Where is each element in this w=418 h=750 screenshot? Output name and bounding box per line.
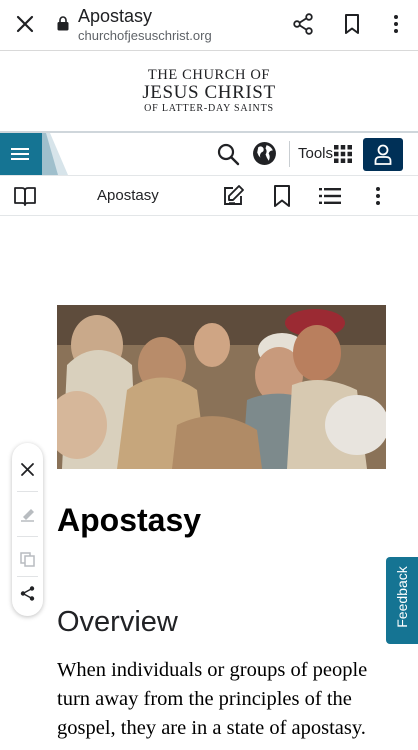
tools-label[interactable]: Tools	[298, 145, 333, 162]
close-icon	[21, 463, 34, 476]
article-paragraph: When individuals or groups of people tur…	[57, 659, 368, 739]
church-logo[interactable]: THE CHURCH OF JESUS CHRIST OF LATTER-DAY…	[0, 52, 418, 130]
site-navbar: Tools	[0, 131, 418, 176]
close-icon[interactable]	[13, 12, 37, 36]
reader-toolbar: Apostasy	[0, 176, 418, 216]
more-vert-icon[interactable]	[384, 12, 408, 36]
lock-icon	[57, 16, 69, 31]
bookmark-outline-icon[interactable]	[271, 184, 293, 208]
nav-decor-wedge	[42, 133, 68, 175]
apps-grid-icon[interactable]	[334, 145, 352, 163]
logo-line-3: OF LATTER-DAY SAINTS	[144, 103, 274, 114]
more-options-icon[interactable]	[366, 184, 390, 208]
hamburger-icon	[11, 148, 29, 160]
highlighter-icon	[21, 509, 34, 522]
copy-icon	[20, 552, 35, 567]
share-icon	[20, 586, 35, 601]
search-icon[interactable]	[216, 142, 240, 166]
page-title-bar: Apostasy	[78, 6, 153, 26]
logo-line-2: JESUS CHRIST	[142, 82, 276, 103]
highlight-button[interactable]	[12, 499, 43, 529]
article-title: Apostasy	[57, 502, 202, 538]
edit-note-icon[interactable]	[221, 184, 245, 208]
user-icon	[374, 144, 392, 165]
browser-toolbar: Apostasy churchofjesuschrist.org	[0, 0, 418, 51]
article-hero-image	[57, 305, 386, 469]
menu-button[interactable]	[0, 133, 42, 175]
floating-annotation-toolbar	[12, 443, 43, 616]
toolbar-title: Apostasy	[97, 187, 159, 204]
globe-icon[interactable]	[252, 141, 277, 166]
crowd-painting-image	[57, 305, 386, 469]
tools-separator	[17, 491, 38, 492]
tools-separator	[17, 536, 38, 537]
section-heading-overview: Overview	[57, 606, 178, 638]
bookmark-icon[interactable]	[340, 12, 364, 36]
feedback-label: Feedback	[394, 566, 410, 628]
share-selection-button[interactable]	[12, 578, 43, 608]
copy-button[interactable]	[12, 544, 43, 574]
book-icon[interactable]	[13, 185, 37, 207]
url-text[interactable]: churchofjesuschrist.org	[78, 28, 212, 43]
account-button[interactable]	[363, 138, 403, 171]
close-tools-button[interactable]	[12, 454, 43, 484]
nav-divider	[289, 141, 290, 167]
share-icon[interactable]	[291, 12, 315, 36]
table-of-contents-icon[interactable]	[318, 185, 342, 207]
feedback-tab[interactable]: Feedback	[386, 557, 418, 644]
tools-separator	[17, 576, 38, 577]
